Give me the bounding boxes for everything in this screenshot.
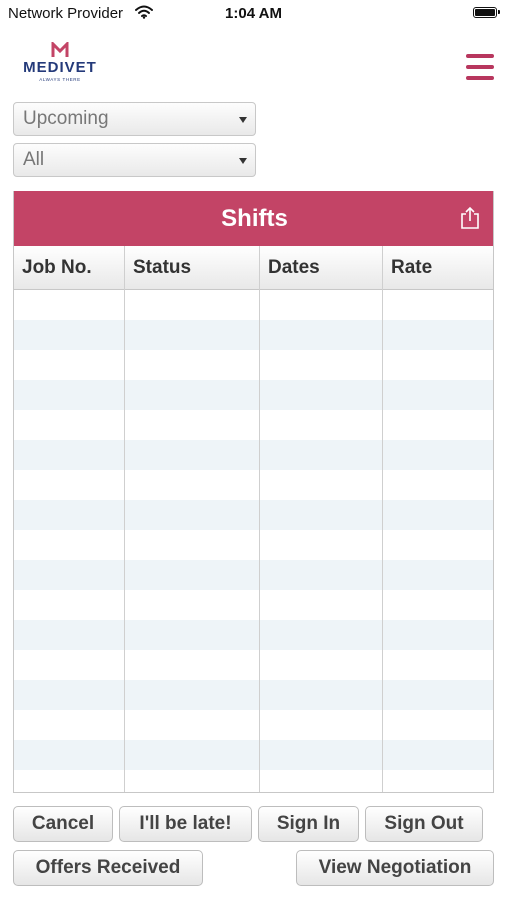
sign-out-button[interactable]: Sign Out	[365, 806, 483, 842]
logo-text: MEDIVET	[23, 59, 97, 76]
sign-in-button[interactable]: Sign In	[258, 806, 359, 842]
shifts-grid-header: Shifts	[14, 191, 493, 246]
column-divider	[382, 246, 383, 792]
cancel-button[interactable]: Cancel	[13, 806, 113, 842]
period-select-value: Upcoming	[23, 108, 109, 129]
chevron-down-icon	[239, 158, 247, 164]
column-divider	[259, 246, 260, 792]
logo-tagline: ALWAYS THERE	[39, 77, 81, 82]
type-select[interactable]: All	[13, 143, 256, 177]
shifts-grid-title: Shifts	[221, 205, 288, 232]
late-button[interactable]: I'll be late!	[119, 806, 252, 842]
chevron-down-icon	[239, 117, 247, 123]
column-header-rate[interactable]: Rate	[383, 246, 493, 290]
column-header-status[interactable]: Status	[125, 246, 260, 290]
battery-icon	[473, 7, 500, 18]
clock: 1:04 AM	[225, 5, 282, 22]
column-header-job-no[interactable]: Job No.	[14, 246, 125, 290]
offers-received-button[interactable]: Offers Received	[13, 850, 203, 886]
share-export-icon[interactable]	[460, 206, 480, 230]
column-header-dates[interactable]: Dates	[260, 246, 383, 290]
view-negotiation-button[interactable]: View Negotiation	[296, 850, 494, 886]
column-divider	[124, 246, 125, 792]
period-select[interactable]: Upcoming	[13, 102, 256, 136]
status-bar: Network Provider 1:04 AM	[0, 0, 507, 28]
type-select-value: All	[23, 149, 45, 170]
medivet-logo: MEDIVET ALWAYS THERE	[20, 42, 100, 86]
shifts-grid-body	[14, 290, 493, 792]
medivet-logo-mark-icon	[51, 42, 69, 57]
shifts-grid: Shifts Job No. Status Dates Rate	[13, 191, 494, 793]
hamburger-menu-icon[interactable]	[466, 54, 494, 81]
